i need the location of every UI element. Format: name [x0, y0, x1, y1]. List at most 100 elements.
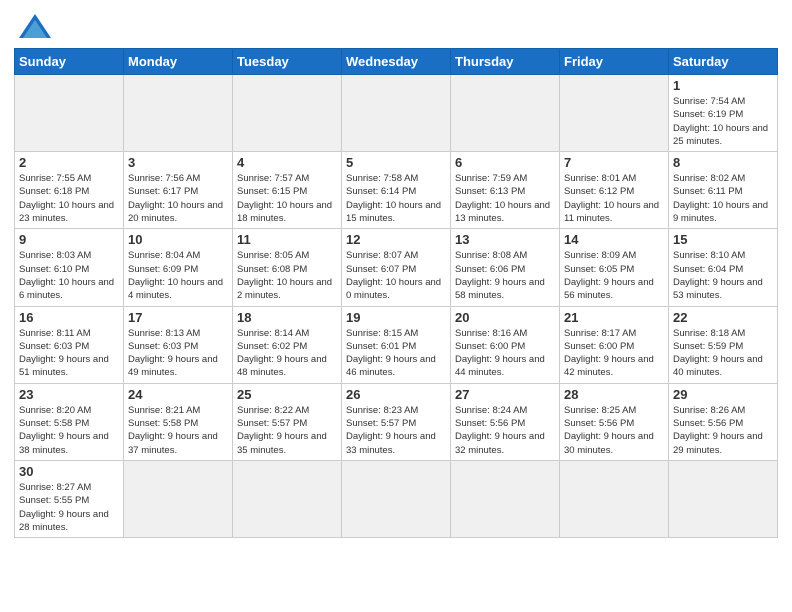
- day-info: Sunrise: 8:20 AM Sunset: 5:58 PM Dayligh…: [19, 404, 119, 457]
- day-info: Sunrise: 8:10 AM Sunset: 6:04 PM Dayligh…: [673, 249, 773, 302]
- day-info: Sunrise: 8:13 AM Sunset: 6:03 PM Dayligh…: [128, 327, 228, 380]
- day-number: 18: [237, 310, 337, 325]
- day-info: Sunrise: 8:25 AM Sunset: 5:56 PM Dayligh…: [564, 404, 664, 457]
- weekday-header-wednesday: Wednesday: [342, 49, 451, 75]
- day-number: 30: [19, 464, 119, 479]
- calendar-cell: 20 Sunrise: 8:16 AM Sunset: 6:00 PM Dayli…: [451, 306, 560, 383]
- calendar-cell: 1Sunrise: 7:54 AM Sunset: 6:19 PM Daylig…: [669, 75, 778, 152]
- calendar-cell: [15, 75, 124, 152]
- logo-icon: [17, 12, 53, 40]
- calendar-cell: 12 Sunrise: 8:07 AM Sunset: 6:07 PM Dayli…: [342, 229, 451, 306]
- day-number: 11: [237, 232, 337, 247]
- day-info: Sunrise: 8:17 AM Sunset: 6:00 PM Dayligh…: [564, 327, 664, 380]
- day-number: 5: [346, 155, 446, 170]
- day-number: 19: [346, 310, 446, 325]
- header: [14, 10, 778, 42]
- day-number: 2: [19, 155, 119, 170]
- day-number: 24: [128, 387, 228, 402]
- calendar-cell: 2 Sunrise: 7:55 AM Sunset: 6:18 PM Daylig…: [15, 152, 124, 229]
- calendar-cell: [560, 75, 669, 152]
- day-number: 26: [346, 387, 446, 402]
- day-number: 4: [237, 155, 337, 170]
- calendar-week-1: 2 Sunrise: 7:55 AM Sunset: 6:18 PM Daylig…: [15, 152, 778, 229]
- day-info: Sunrise: 8:27 AM Sunset: 5:55 PM Dayligh…: [19, 481, 119, 534]
- day-number: 7: [564, 155, 664, 170]
- weekday-header-monday: Monday: [124, 49, 233, 75]
- calendar-cell: 9 Sunrise: 8:03 AM Sunset: 6:10 PM Daylig…: [15, 229, 124, 306]
- calendar-cell: 27 Sunrise: 8:24 AM Sunset: 5:56 PM Dayli…: [451, 383, 560, 460]
- day-info: Sunrise: 8:07 AM Sunset: 6:07 PM Dayligh…: [346, 249, 446, 302]
- day-info: Sunrise: 8:15 AM Sunset: 6:01 PM Dayligh…: [346, 327, 446, 380]
- day-info: Sunrise: 8:14 AM Sunset: 6:02 PM Dayligh…: [237, 327, 337, 380]
- day-number: 27: [455, 387, 555, 402]
- calendar-cell: [560, 460, 669, 537]
- day-info: Sunrise: 8:05 AM Sunset: 6:08 PM Dayligh…: [237, 249, 337, 302]
- weekday-header-row: SundayMondayTuesdayWednesdayThursdayFrid…: [15, 49, 778, 75]
- day-info: Sunrise: 8:08 AM Sunset: 6:06 PM Dayligh…: [455, 249, 555, 302]
- day-number: 20: [455, 310, 555, 325]
- day-info: Sunrise: 8:24 AM Sunset: 5:56 PM Dayligh…: [455, 404, 555, 457]
- calendar-cell: 7 Sunrise: 8:01 AM Sunset: 6:12 PM Daylig…: [560, 152, 669, 229]
- day-info: Sunrise: 8:02 AM Sunset: 6:11 PM Dayligh…: [673, 172, 773, 225]
- calendar-cell: 22Sunrise: 8:18 AM Sunset: 5:59 PM Dayli…: [669, 306, 778, 383]
- weekday-header-saturday: Saturday: [669, 49, 778, 75]
- calendar-cell: 26Sunrise: 8:23 AM Sunset: 5:57 PM Dayli…: [342, 383, 451, 460]
- calendar-cell: 17Sunrise: 8:13 AM Sunset: 6:03 PM Dayli…: [124, 306, 233, 383]
- day-info: Sunrise: 7:55 AM Sunset: 6:18 PM Dayligh…: [19, 172, 119, 225]
- calendar-cell: 15 Sunrise: 8:10 AM Sunset: 6:04 PM Dayli…: [669, 229, 778, 306]
- weekday-header-sunday: Sunday: [15, 49, 124, 75]
- day-info: Sunrise: 7:56 AM Sunset: 6:17 PM Dayligh…: [128, 172, 228, 225]
- calendar-cell: [233, 75, 342, 152]
- day-number: 29: [673, 387, 773, 402]
- calendar-cell: 5 Sunrise: 7:58 AM Sunset: 6:14 PM Daylig…: [342, 152, 451, 229]
- calendar-cell: 14 Sunrise: 8:09 AM Sunset: 6:05 PM Dayli…: [560, 229, 669, 306]
- day-info: Sunrise: 8:01 AM Sunset: 6:12 PM Dayligh…: [564, 172, 664, 225]
- day-number: 25: [237, 387, 337, 402]
- calendar-cell: 4 Sunrise: 7:57 AM Sunset: 6:15 PM Daylig…: [233, 152, 342, 229]
- day-info: Sunrise: 8:04 AM Sunset: 6:09 PM Dayligh…: [128, 249, 228, 302]
- calendar-cell: 10 Sunrise: 8:04 AM Sunset: 6:09 PM Dayli…: [124, 229, 233, 306]
- day-number: 8: [673, 155, 773, 170]
- calendar-week-5: 30 Sunrise: 8:27 AM Sunset: 5:55 PM Dayli…: [15, 460, 778, 537]
- calendar-cell: 23Sunrise: 8:20 AM Sunset: 5:58 PM Dayli…: [15, 383, 124, 460]
- day-number: 16: [19, 310, 119, 325]
- day-info: Sunrise: 8:18 AM Sunset: 5:59 PM Dayligh…: [673, 327, 773, 380]
- weekday-header-thursday: Thursday: [451, 49, 560, 75]
- day-info: Sunrise: 8:03 AM Sunset: 6:10 PM Dayligh…: [19, 249, 119, 302]
- calendar-cell: [669, 460, 778, 537]
- calendar-week-2: 9 Sunrise: 8:03 AM Sunset: 6:10 PM Daylig…: [15, 229, 778, 306]
- calendar-week-4: 23Sunrise: 8:20 AM Sunset: 5:58 PM Dayli…: [15, 383, 778, 460]
- calendar-cell: [124, 75, 233, 152]
- day-number: 14: [564, 232, 664, 247]
- day-info: Sunrise: 8:16 AM Sunset: 6:00 PM Dayligh…: [455, 327, 555, 380]
- day-info: Sunrise: 8:22 AM Sunset: 5:57 PM Dayligh…: [237, 404, 337, 457]
- day-info: Sunrise: 7:57 AM Sunset: 6:15 PM Dayligh…: [237, 172, 337, 225]
- day-number: 10: [128, 232, 228, 247]
- calendar-cell: 3Sunrise: 7:56 AM Sunset: 6:17 PM Daylig…: [124, 152, 233, 229]
- calendar-cell: [124, 460, 233, 537]
- calendar-cell: 6Sunrise: 7:59 AM Sunset: 6:13 PM Daylig…: [451, 152, 560, 229]
- logo: [14, 14, 53, 42]
- calendar-week-3: 16Sunrise: 8:11 AM Sunset: 6:03 PM Dayli…: [15, 306, 778, 383]
- calendar-cell: 13 Sunrise: 8:08 AM Sunset: 6:06 PM Dayli…: [451, 229, 560, 306]
- weekday-header-tuesday: Tuesday: [233, 49, 342, 75]
- calendar-cell: 30 Sunrise: 8:27 AM Sunset: 5:55 PM Dayli…: [15, 460, 124, 537]
- day-number: 13: [455, 232, 555, 247]
- page: SundayMondayTuesdayWednesdayThursdayFrid…: [0, 0, 792, 612]
- calendar-cell: 11 Sunrise: 8:05 AM Sunset: 6:08 PM Dayli…: [233, 229, 342, 306]
- day-info: Sunrise: 7:54 AM Sunset: 6:19 PM Dayligh…: [673, 95, 773, 148]
- day-number: 15: [673, 232, 773, 247]
- calendar-week-0: 1Sunrise: 7:54 AM Sunset: 6:19 PM Daylig…: [15, 75, 778, 152]
- calendar-cell: 19 Sunrise: 8:15 AM Sunset: 6:01 PM Dayli…: [342, 306, 451, 383]
- calendar-cell: [451, 75, 560, 152]
- calendar-cell: 8 Sunrise: 8:02 AM Sunset: 6:11 PM Daylig…: [669, 152, 778, 229]
- weekday-header-friday: Friday: [560, 49, 669, 75]
- day-info: Sunrise: 8:09 AM Sunset: 6:05 PM Dayligh…: [564, 249, 664, 302]
- day-number: 12: [346, 232, 446, 247]
- calendar-cell: 25 Sunrise: 8:22 AM Sunset: 5:57 PM Dayli…: [233, 383, 342, 460]
- calendar-cell: 28Sunrise: 8:25 AM Sunset: 5:56 PM Dayli…: [560, 383, 669, 460]
- day-info: Sunrise: 7:58 AM Sunset: 6:14 PM Dayligh…: [346, 172, 446, 225]
- day-number: 9: [19, 232, 119, 247]
- calendar: SundayMondayTuesdayWednesdayThursdayFrid…: [14, 48, 778, 538]
- calendar-cell: [233, 460, 342, 537]
